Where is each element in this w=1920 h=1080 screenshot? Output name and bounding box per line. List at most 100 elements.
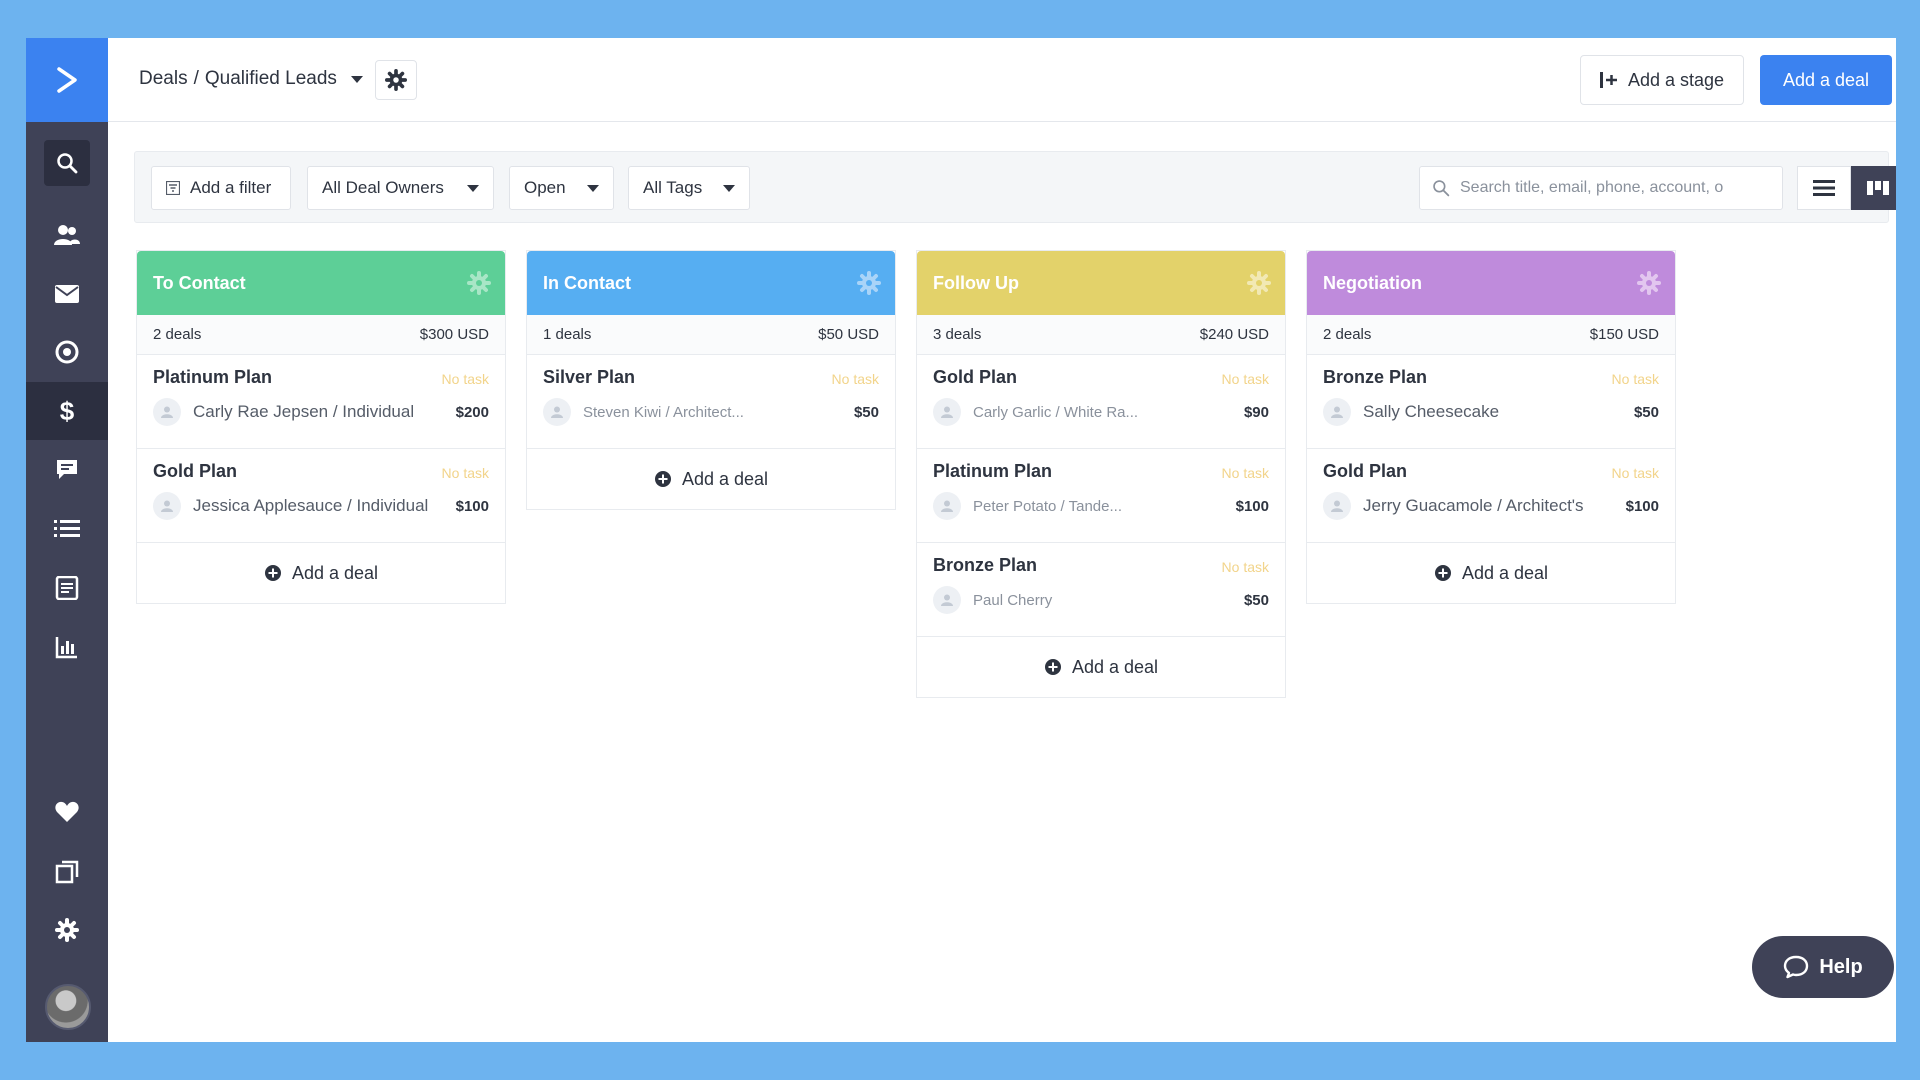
tags-value: All Tags <box>643 178 703 197</box>
gear-icon[interactable] <box>1247 271 1271 295</box>
mail-icon <box>55 285 79 303</box>
deal-card[interactable]: Platinum Plan No task Peter Potato / Tan… <box>917 449 1285 543</box>
deal-total: $300 USD <box>419 326 489 343</box>
board-view-button[interactable] <box>1851 166 1896 210</box>
plus-circle-icon <box>1044 659 1061 675</box>
breadcrumb-deals[interactable]: Deals <box>139 68 188 90</box>
deal-card[interactable]: Gold Plan No task Jerry Guacamole / Arch… <box>1307 449 1675 543</box>
reports-icon <box>55 637 77 659</box>
gear-icon[interactable] <box>857 271 881 295</box>
pipeline-settings-button[interactable] <box>375 60 417 100</box>
sidebar-item-campaigns[interactable] <box>26 265 108 323</box>
svg-text:$: $ <box>60 397 75 425</box>
list-view-button[interactable] <box>1797 166 1851 210</box>
forms-icon <box>55 576 79 600</box>
search-input[interactable]: Search title, email, phone, account, o <box>1419 166 1783 210</box>
stage-column-in-contact: In Contact 1 deals $50 USD Silver Plan N… <box>526 250 896 510</box>
search-icon <box>57 153 78 174</box>
deal-title: Bronze Plan <box>933 555 1038 575</box>
deal-contact: Steven Kiwi / Architect... <box>583 403 744 421</box>
heart-icon <box>55 801 79 822</box>
gear-icon[interactable] <box>467 271 491 295</box>
gear-icon <box>55 918 79 942</box>
deal-amount: $100 <box>1625 497 1659 515</box>
sidebar-item-deals[interactable]: $ <box>26 382 108 440</box>
deal-card[interactable]: Platinum Plan No task Carly Rae Jepsen /… <box>137 355 505 449</box>
deal-amount: $50 <box>1633 403 1659 421</box>
task-status: No task <box>1611 371 1659 387</box>
status-select[interactable]: Open <box>509 166 614 210</box>
add-deal-label: Add a deal <box>291 562 379 583</box>
add-deal-to-stage-button[interactable]: Add a deal <box>527 449 895 509</box>
person-icon <box>1323 492 1351 520</box>
deal-amount: $90 <box>1243 403 1269 421</box>
add-filter-button[interactable]: Add a filter <box>151 166 291 210</box>
pages-icon <box>55 860 79 884</box>
gear-icon[interactable] <box>1637 271 1661 295</box>
person-icon <box>1323 398 1351 426</box>
stage-stats: 3 deals $240 USD <box>917 315 1285 355</box>
stage-header[interactable]: In Contact <box>527 251 895 315</box>
add-deal-to-stage-button[interactable]: Add a deal <box>1307 543 1675 603</box>
person-icon <box>933 398 961 426</box>
deal-card[interactable]: Bronze Plan No task Sally Cheesecake $50 <box>1307 355 1675 449</box>
person-icon <box>933 492 961 520</box>
deal-title: Silver Plan <box>543 367 636 387</box>
deal-contact: Peter Potato / Tande... <box>973 497 1122 515</box>
deal-card[interactable]: Bronze Plan No task Paul Cherry $50 <box>917 543 1285 637</box>
stage-column-to-contact: To Contact 2 deals $300 USD Platinum Pla… <box>136 250 506 604</box>
sidebar-item-automations[interactable] <box>26 323 108 381</box>
add-deal-to-stage-button[interactable]: Add a deal <box>137 543 505 603</box>
sidebar-item-contacts[interactable] <box>26 206 108 264</box>
deal-card[interactable]: Gold Plan No task Carly Garlic / White R… <box>917 355 1285 449</box>
deal-card[interactable]: Gold Plan No task Jessica Applesauce / I… <box>137 449 505 543</box>
brand-logo[interactable] <box>26 38 108 122</box>
deal-total: $150 USD <box>1589 326 1659 343</box>
stage-stats: 2 deals $300 USD <box>137 315 505 355</box>
pipeline-selector[interactable]: Qualified Leads <box>205 68 337 90</box>
task-status: No task <box>831 371 879 387</box>
task-status: No task <box>1221 559 1269 575</box>
task-status: No task <box>441 371 489 387</box>
stage-header[interactable]: To Contact <box>137 251 505 315</box>
chevron-down-icon <box>467 184 479 192</box>
help-label: Help <box>1819 955 1863 978</box>
tags-select[interactable]: All Tags <box>628 166 750 210</box>
stage-header[interactable]: Follow Up <box>917 251 1285 315</box>
sidebar-item-favorites[interactable] <box>26 783 108 841</box>
add-stage-label: Add a stage <box>1627 69 1725 90</box>
deal-owner-select[interactable]: All Deal Owners <box>307 166 494 210</box>
sidebar-item-settings[interactable] <box>26 901 108 959</box>
add-deal-to-stage-button[interactable]: Add a deal <box>917 637 1285 697</box>
stage-header[interactable]: Negotiation <box>1307 251 1675 315</box>
sidebar-item-conversations[interactable] <box>26 441 108 499</box>
dollar-icon: $ <box>60 397 75 425</box>
contacts-icon <box>54 225 80 245</box>
sidebar-item-forms[interactable] <box>26 559 108 617</box>
plus-circle-icon <box>1434 565 1451 581</box>
stage-stats: 1 deals $50 USD <box>527 315 895 355</box>
chevron-down-icon[interactable] <box>350 75 363 83</box>
sidebar: $ <box>26 38 108 1042</box>
chevron-right-icon <box>57 67 77 93</box>
topbar: Deals / Qualified Leads Add a stage Add … <box>108 38 1896 122</box>
deal-title: Gold Plan <box>1323 461 1408 481</box>
add-stage-button[interactable]: Add a stage <box>1580 55 1744 105</box>
task-status: No task <box>1221 371 1269 387</box>
deal-amount: $200 <box>455 403 489 421</box>
sidebar-item-reports[interactable] <box>26 618 108 676</box>
breadcrumb-separator: / <box>193 68 199 89</box>
add-deal-button[interactable]: Add a deal <box>1760 55 1892 105</box>
deal-card[interactable]: Silver Plan No task Steven Kiwi / Archit… <box>527 355 895 449</box>
avatar[interactable] <box>45 984 91 1030</box>
deal-contact: Carly Garlic / White Ra... <box>973 403 1139 421</box>
sidebar-search[interactable] <box>26 134 108 192</box>
chevron-down-icon <box>587 184 599 192</box>
stage-column-follow-up: Follow Up 3 deals $240 USD Gold Plan No … <box>916 250 1286 698</box>
status-value: Open <box>524 178 566 197</box>
sidebar-item-pages[interactable] <box>26 843 108 901</box>
sidebar-item-lists[interactable] <box>26 500 108 558</box>
task-status: No task <box>1221 465 1269 481</box>
help-button[interactable]: Help <box>1752 936 1894 998</box>
filter-icon <box>166 181 180 195</box>
